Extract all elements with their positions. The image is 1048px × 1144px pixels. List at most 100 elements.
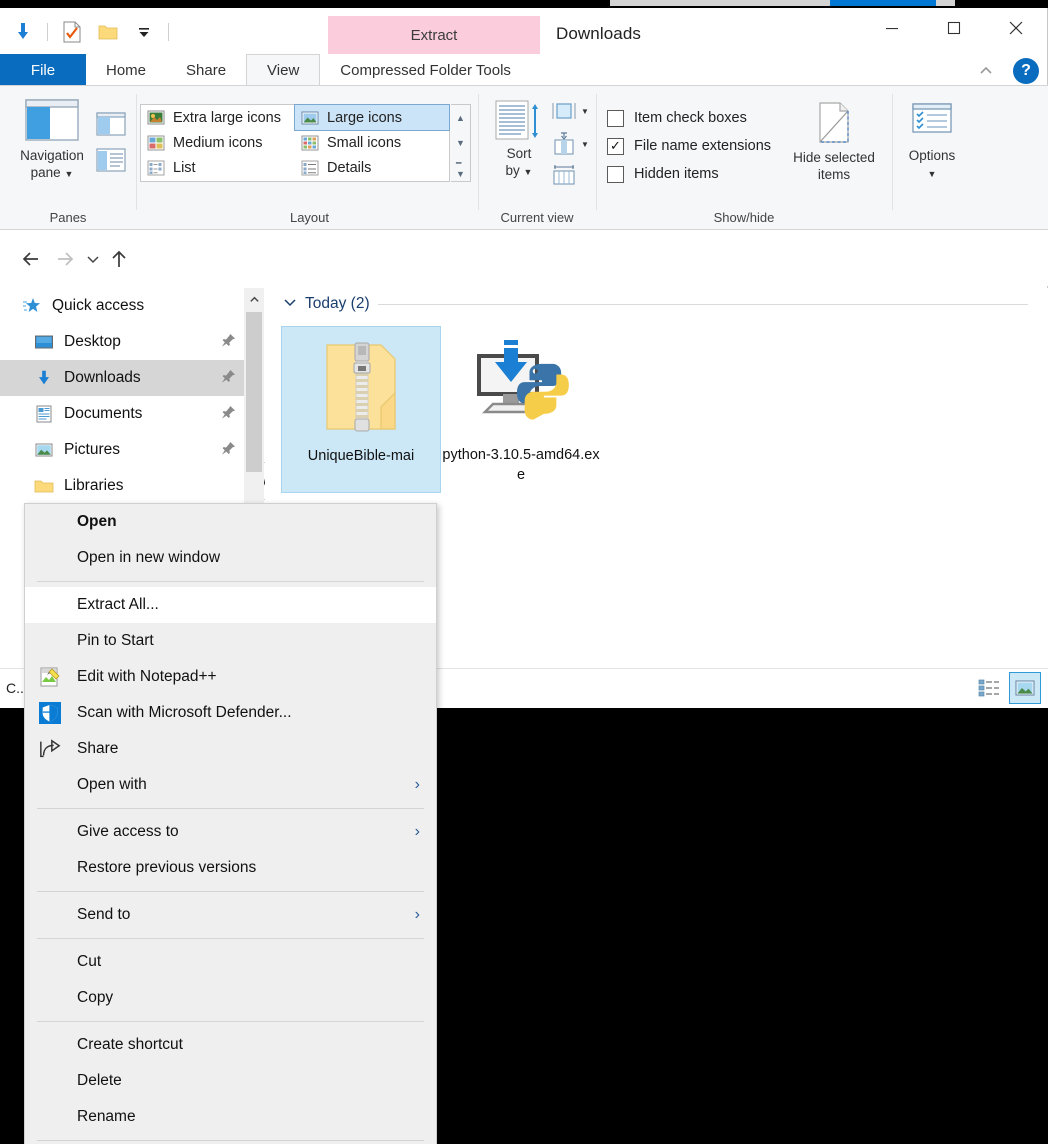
details-view-button[interactable]	[974, 673, 1004, 703]
gallery-item-list[interactable]: List	[141, 156, 295, 181]
sidebar-item-pictures[interactable]: Pictures	[0, 432, 244, 468]
minimize-button[interactable]	[861, 8, 923, 48]
menu-item-cut[interactable]: Cut	[25, 944, 436, 980]
menu-item-share[interactable]: Share	[25, 731, 436, 767]
gallery-scroll-down-icon[interactable]: ▼	[451, 130, 470, 155]
tab-home[interactable]: Home	[86, 54, 166, 86]
gallery-label-extra-large-icons: Extra large icons	[173, 109, 281, 126]
hidden-items-checkbox[interactable]	[607, 165, 624, 183]
file-tile-uniquebible[interactable]: UniqueBible-mai	[281, 326, 441, 494]
tab-view[interactable]: View	[246, 54, 321, 86]
folder-icon	[30, 476, 58, 496]
up-button[interactable]	[104, 244, 134, 274]
tab-compressed-folder-tools[interactable]: Compressed Folder Tools	[320, 54, 531, 86]
gallery-scrollbar[interactable]: ▲ ▼ ━ ▼	[451, 104, 471, 182]
menu-item-rename[interactable]: Rename	[25, 1099, 436, 1135]
customize-dropdown-icon[interactable]	[129, 17, 159, 47]
navigation-pane-dropdown-icon[interactable]: ▼	[64, 169, 73, 179]
item-check-boxes-label: Item check boxes	[634, 110, 747, 126]
pin-icon-pictures[interactable]	[221, 441, 236, 459]
gallery-item-large-icons[interactable]: Large icons	[294, 103, 450, 132]
gallery-item-details[interactable]: Details	[295, 156, 449, 181]
properties-icon[interactable]	[57, 17, 87, 47]
file-tile-python-installer[interactable]: python-3.10.5-amd64.exe	[441, 326, 601, 493]
navigation-pane-button[interactable]: Navigation pane ▼	[14, 98, 90, 182]
collapse-ribbon-icon[interactable]	[973, 58, 999, 84]
file-name-uniquebible: UniqueBible-mai	[307, 448, 415, 464]
documents-icon	[30, 404, 58, 424]
show-hide-checkboxes: Item check boxes ✓ File name extensions …	[607, 104, 771, 188]
file-name-extensions-checkbox[interactable]: ✓	[607, 137, 624, 155]
hide-selected-items-button[interactable]: Hide selected items	[782, 100, 886, 184]
notepadpp-icon	[39, 666, 61, 688]
large-icons-view-button[interactable]	[1009, 672, 1041, 704]
preview-pane-button[interactable]	[96, 112, 126, 141]
size-all-columns-icon	[553, 165, 575, 185]
menu-item-open[interactable]: Open	[25, 504, 436, 540]
menu-item-scan-with-defender[interactable]: Scan with Microsoft Defender...	[25, 695, 436, 731]
pin-icon-documents[interactable]	[221, 405, 236, 423]
size-all-columns-button[interactable]	[551, 164, 577, 191]
file-name-extensions-row[interactable]: ✓ File name extensions	[607, 132, 771, 160]
menu-item-restore-previous-versions[interactable]: Restore previous versions	[25, 850, 436, 886]
pin-icon-downloads[interactable]	[221, 369, 236, 387]
back-button[interactable]	[16, 244, 46, 274]
sort-by-button[interactable]: Sort by ▼	[489, 98, 549, 180]
menu-item-open-in-new-window[interactable]: Open in new window	[25, 540, 436, 576]
scroll-up-icon[interactable]	[244, 288, 264, 310]
tab-share[interactable]: Share	[166, 54, 246, 86]
options-dropdown-icon[interactable]: ▼	[928, 169, 937, 179]
ribbon-group-label-show-hide: Show/hide	[713, 210, 775, 225]
quick-access-star-icon	[18, 296, 46, 316]
item-check-boxes-row[interactable]: Item check boxes	[607, 104, 771, 132]
menu-item-send-to[interactable]: Send to ›	[25, 897, 436, 933]
hide-selected-items-label-line2: items	[817, 166, 851, 182]
menu-item-create-shortcut[interactable]: Create shortcut	[25, 1027, 436, 1063]
menu-item-open-with[interactable]: Open with ›	[25, 767, 436, 803]
downloads-folder-icon[interactable]	[8, 17, 38, 47]
python-installer-icon	[471, 336, 571, 436]
layout-gallery[interactable]: Extra large icons Large icons Medium ico…	[140, 103, 450, 182]
menu-item-extract-all[interactable]: Extract All...	[25, 587, 436, 623]
menu-separator-1	[37, 581, 424, 582]
sort-by-label-line2: by	[505, 162, 520, 178]
close-button[interactable]	[985, 8, 1047, 48]
group-by-dropdown-icon[interactable]: ▼	[581, 107, 589, 116]
gallery-item-extra-large-icons[interactable]: Extra large icons	[141, 105, 295, 130]
options-button[interactable]: Options ▼	[901, 100, 963, 182]
group-by-button[interactable]: ▼	[551, 100, 589, 122]
sidebar-item-libraries[interactable]: Libraries	[0, 468, 244, 504]
sort-by-dropdown-icon[interactable]: ▼	[524, 167, 533, 177]
sidebar-item-downloads[interactable]: Downloads	[0, 360, 244, 396]
pin-icon-desktop[interactable]	[221, 333, 236, 351]
menu-item-pin-to-start[interactable]: Pin to Start	[25, 623, 436, 659]
group-header-today[interactable]: Today (2)	[265, 288, 1048, 320]
tab-file[interactable]: File	[0, 54, 86, 86]
item-check-boxes-checkbox[interactable]	[607, 109, 624, 127]
file-name-extensions-label: File name extensions	[634, 138, 772, 154]
menu-item-copy[interactable]: Copy	[25, 980, 436, 1016]
maximize-button[interactable]	[923, 8, 985, 48]
hide-selected-items-label-line1: Hide selected	[793, 150, 875, 165]
context-menu[interactable]: Open Open in new window Extract All... P…	[24, 503, 437, 1144]
menu-item-delete[interactable]: Delete	[25, 1063, 436, 1099]
hidden-items-row[interactable]: Hidden items	[607, 160, 771, 188]
gallery-expand-icon[interactable]: ━ ▼	[451, 156, 470, 181]
scrollbar-thumb[interactable]	[246, 312, 262, 472]
sidebar-item-quick-access[interactable]: Quick access	[0, 288, 244, 324]
menu-item-give-access-to[interactable]: Give access to ›	[25, 814, 436, 850]
group-collapse-icon[interactable]	[283, 295, 297, 314]
help-icon[interactable]: ?	[1013, 58, 1039, 84]
gallery-scroll-up-icon[interactable]: ▲	[451, 105, 470, 130]
add-columns-dropdown-icon[interactable]: ▼	[581, 140, 589, 149]
menu-separator-5	[37, 1021, 424, 1022]
sidebar-item-documents[interactable]: Documents	[0, 396, 244, 432]
gallery-item-small-icons[interactable]: Small icons	[295, 130, 449, 155]
menu-item-edit-with-notepadpp[interactable]: Edit with Notepad++	[25, 659, 436, 695]
ribbon-group-label-current-view: Current view	[500, 210, 574, 225]
sidebar-item-desktop[interactable]: Desktop	[0, 324, 244, 360]
gallery-item-medium-icons[interactable]: Medium icons	[141, 130, 295, 155]
details-pane-button[interactable]	[96, 148, 126, 177]
add-columns-button[interactable]: ▼	[551, 132, 589, 156]
new-folder-icon[interactable]	[93, 17, 123, 47]
